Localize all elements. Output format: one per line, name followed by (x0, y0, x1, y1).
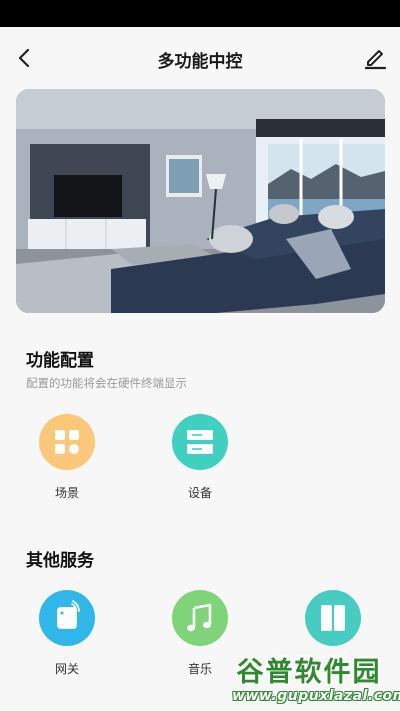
status-bar (0, 0, 400, 27)
watermark-url: www.gupuxlazal.com (232, 688, 400, 704)
grid-icon (55, 430, 79, 454)
music-icon-circle (172, 590, 228, 646)
device-list-icon (187, 430, 213, 454)
page-title: 多功能中控 (157, 52, 243, 72)
other-services-title: 其他服务 (26, 551, 94, 571)
scene-tile[interactable]: 场景 (27, 414, 107, 501)
gateway-icon-circle (39, 590, 95, 646)
door-panel-icon-circle (305, 590, 361, 646)
gateway-tile[interactable]: 网关 (27, 590, 107, 677)
gateway-label: 网关 (54, 662, 79, 676)
music-note-icon (187, 603, 212, 632)
scene-icon-circle (39, 414, 95, 470)
device-label: 设备 (187, 486, 212, 500)
function-config-title: 功能配置 (26, 351, 94, 371)
device-tile[interactable]: 设备 (160, 414, 240, 501)
device-icon-circle (172, 414, 228, 470)
door-panel-icon (321, 605, 345, 631)
room-photo (16, 89, 385, 313)
navigation-bar: 多功能中控 (0, 27, 400, 89)
watermark-text: 谷普软件园 (236, 657, 382, 688)
edit-button[interactable] (360, 42, 390, 72)
watermark: 谷普软件园 www.gupuxlazal.com (218, 648, 400, 711)
scene-label: 场景 (54, 486, 79, 500)
function-config-subtitle: 配置的功能将会在硬件终端显示 (26, 376, 187, 390)
gateway-icon (57, 600, 80, 629)
pencil-icon (364, 50, 387, 70)
